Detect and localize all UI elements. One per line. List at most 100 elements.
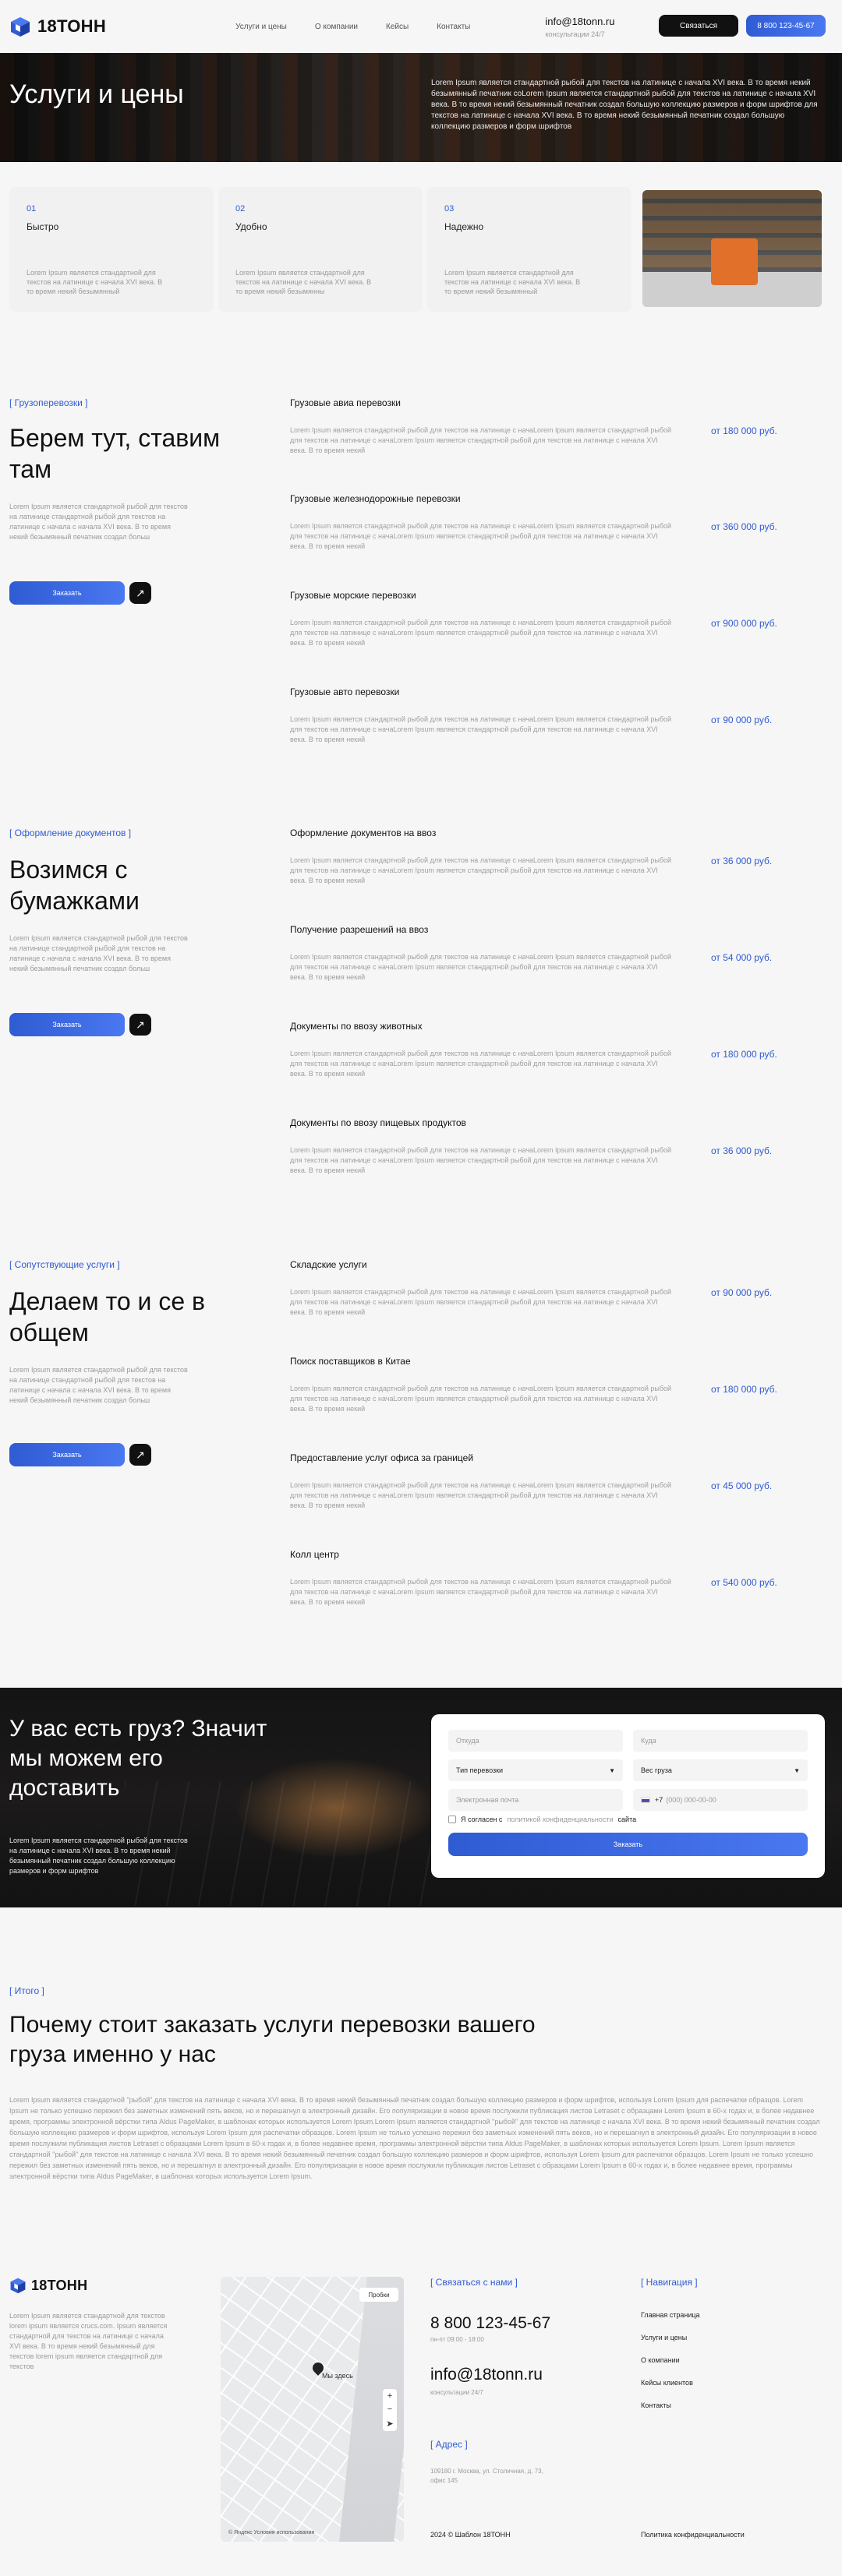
main-nav: Услуги и цены О компании Кейсы Контакты bbox=[235, 23, 470, 31]
phone-input[interactable]: +7 (000) 000-00-00 bbox=[633, 1789, 808, 1811]
phone-prefix: +7 bbox=[655, 1796, 663, 1804]
why-text: Lorem Ipsum является стандартной "рыбой"… bbox=[9, 2096, 820, 2180]
from-input[interactable]: Откуда bbox=[448, 1730, 623, 1752]
cta-desc: Lorem Ipsum является стандартной рыбой д… bbox=[9, 1837, 188, 1875]
section-tag: [ Оформление документов ] bbox=[9, 827, 132, 838]
nav-cases[interactable]: Кейсы bbox=[386, 23, 409, 31]
russia-flag-icon[interactable] bbox=[641, 1797, 650, 1803]
zoom-in-icon[interactable]: + bbox=[387, 2391, 392, 2401]
feature-card: 03 Надежно Lorem Ipsum является стандарт… bbox=[427, 187, 632, 312]
section-title: Возимся с бумажками bbox=[9, 856, 140, 915]
order-form: Откуда Куда Тип перевозки ▼ Вес груза ▼ … bbox=[431, 1714, 825, 1878]
service-price: от 90 000 руб. bbox=[711, 715, 773, 725]
weight-select[interactable]: Вес груза ▼ bbox=[633, 1759, 808, 1781]
footer-nav-home[interactable]: Главная страница bbox=[641, 2311, 700, 2319]
submit-order-button[interactable]: Заказать bbox=[448, 1833, 808, 1856]
service-title: Предоставление услуг офиса за границей bbox=[290, 1452, 474, 1463]
address-tag: [ Адрес ] bbox=[430, 2439, 468, 2450]
zoom-out-icon[interactable]: − bbox=[387, 2405, 392, 2414]
order-button[interactable]: Заказать bbox=[9, 581, 125, 605]
service-title: Колл центр bbox=[290, 1549, 339, 1560]
service-item: Документы по ввозу пищевых продуктов Lor… bbox=[290, 1117, 828, 1174]
cta-banner: У вас есть груз? Значит мы можем его дос… bbox=[0, 1688, 842, 1907]
locate-icon[interactable]: ➤ bbox=[386, 2419, 393, 2429]
why-title: Почему стоит заказать услуги перевозки в… bbox=[9, 2012, 536, 2067]
feature-title: Быстро bbox=[27, 221, 59, 232]
service-title: Грузовые морские перевозки bbox=[290, 590, 416, 601]
nav-about[interactable]: О компании bbox=[315, 23, 358, 31]
service-title: Документы по ввозу пищевых продуктов bbox=[290, 1117, 466, 1128]
service-desc: Lorem Ipsum является стандартной рыбой д… bbox=[290, 1146, 672, 1174]
order-button[interactable]: Заказать bbox=[9, 1013, 125, 1036]
contact-tag: [ Связаться с нами ] bbox=[430, 2277, 518, 2288]
page-title: Услуги и цены bbox=[9, 79, 184, 109]
footer-nav-services[interactable]: Услуги и цены bbox=[641, 2334, 700, 2341]
service-item: Колл центр Lorem Ipsum является стандарт… bbox=[290, 1549, 828, 1606]
transport-type-value: Тип перевозки bbox=[456, 1766, 504, 1774]
service-price: от 180 000 руб. bbox=[711, 425, 777, 436]
service-desc: Lorem Ipsum является стандартной рыбой д… bbox=[290, 1481, 672, 1509]
footer-nav-about[interactable]: О компании bbox=[641, 2356, 700, 2364]
arrow-up-right-icon[interactable]: ↗ bbox=[129, 582, 151, 604]
forklift-image bbox=[711, 238, 758, 285]
service-price: от 180 000 руб. bbox=[711, 1384, 777, 1395]
feature-desc: Lorem Ipsum является стандартной для тек… bbox=[27, 269, 163, 295]
service-desc: Lorem Ipsum является стандартной рыбой д… bbox=[290, 1050, 672, 1078]
map-zoom-controls: + − ➤ bbox=[383, 2389, 397, 2431]
phone-button[interactable]: 8 800 123-45-67 bbox=[746, 15, 826, 37]
service-desc: Lorem Ipsum является стандартной рыбой д… bbox=[290, 715, 672, 743]
arrow-up-right-icon[interactable]: ↗ bbox=[129, 1444, 151, 1466]
service-item: Оформление документов на ввоз Lorem Ipsu… bbox=[290, 827, 828, 884]
service-desc: Lorem Ipsum является стандартной рыбой д… bbox=[290, 619, 672, 647]
phone-placeholder: (000) 000-00-00 bbox=[666, 1796, 716, 1804]
section-desc: Lorem Ipsum является стандартной рыбой д… bbox=[9, 934, 188, 972]
service-price: от 360 000 руб. bbox=[711, 521, 777, 532]
footer-nav-contacts[interactable]: Контакты bbox=[641, 2401, 700, 2409]
footer-nav: Главная страница Услуги и цены О компани… bbox=[641, 2311, 700, 2409]
footer-email[interactable]: info@18tonn.ru bbox=[430, 2366, 543, 2384]
contact-button[interactable]: Связаться bbox=[659, 15, 738, 37]
location-map[interactable]: Пробки Мы здесь + − ➤ © Яндекс Условия и… bbox=[221, 2277, 404, 2542]
nav-tag: [ Навигация ] bbox=[641, 2277, 698, 2288]
service-item: Поиск поставщиков в Китае Lorem Ipsum яв… bbox=[290, 1356, 828, 1413]
why-tag: [ Итого ] bbox=[9, 1985, 44, 1996]
service-item: Грузовые авто перевозки Lorem Ipsum явля… bbox=[290, 686, 828, 743]
feature-card: 02 Удобно Lorem Ipsum является стандартн… bbox=[218, 187, 423, 312]
service-title: Грузовые авто перевозки bbox=[290, 686, 400, 697]
feature-title: Удобно bbox=[235, 221, 267, 232]
feature-number: 03 bbox=[444, 204, 455, 213]
section-tag: [ Грузоперевозки ] bbox=[9, 397, 88, 408]
footer-nav-cases[interactable]: Кейсы клиентов bbox=[641, 2379, 700, 2387]
footer-phone[interactable]: 8 800 123-45-67 bbox=[430, 2314, 550, 2333]
to-input[interactable]: Куда bbox=[633, 1730, 808, 1752]
section-title: Делаем то и се в общем bbox=[9, 1287, 205, 1346]
nav-services[interactable]: Услуги и цены bbox=[235, 23, 287, 31]
service-price: от 54 000 руб. bbox=[711, 952, 773, 963]
transport-type-select[interactable]: Тип перевозки ▼ bbox=[448, 1759, 623, 1781]
email-input[interactable]: Электронная почта bbox=[448, 1789, 623, 1811]
hero-text: Lorem Ipsum является стандартной рыбой д… bbox=[431, 79, 818, 131]
consent-checkbox[interactable] bbox=[448, 1816, 456, 1823]
warehouse-photo bbox=[642, 190, 822, 307]
header-contact: info@18tonn.ru консультации 24/7 bbox=[545, 16, 614, 38]
order-button[interactable]: Заказать bbox=[9, 1443, 125, 1466]
service-desc: Lorem Ipsum является стандартной рыбой д… bbox=[290, 1578, 672, 1606]
feature-desc: Lorem Ipsum является стандартной для тек… bbox=[444, 269, 581, 295]
logo[interactable]: 18ТОНН bbox=[9, 16, 106, 37]
header-email[interactable]: info@18tonn.ru bbox=[545, 16, 614, 27]
nav-contacts[interactable]: Контакты bbox=[437, 23, 470, 31]
hero-banner: Услуги и цены Lorem Ipsum является станд… bbox=[0, 53, 842, 162]
service-desc: Lorem Ipsum является стандартной рыбой д… bbox=[290, 1385, 672, 1413]
privacy-policy-link[interactable]: Политика конфиденциальности bbox=[641, 2531, 745, 2539]
footer-address: 109180 г. Москва, ул. Столичная, д. 73, … bbox=[430, 2468, 543, 2484]
service-title: Грузовые авиа перевозки bbox=[290, 397, 401, 408]
map-traffic-button[interactable]: Пробки bbox=[359, 2288, 398, 2302]
privacy-link[interactable]: политикой конфиденциальности bbox=[507, 1816, 613, 1823]
footer-logo[interactable]: 18ТОНН bbox=[9, 2277, 87, 2294]
logo-cube-icon bbox=[10, 2278, 26, 2294]
service-price: от 180 000 руб. bbox=[711, 1049, 777, 1060]
consent-text: Я согласен с bbox=[461, 1816, 503, 1823]
service-title: Оформление документов на ввоз bbox=[290, 827, 437, 838]
service-title: Складские услуги bbox=[290, 1259, 367, 1270]
arrow-up-right-icon[interactable]: ↗ bbox=[129, 1014, 151, 1036]
